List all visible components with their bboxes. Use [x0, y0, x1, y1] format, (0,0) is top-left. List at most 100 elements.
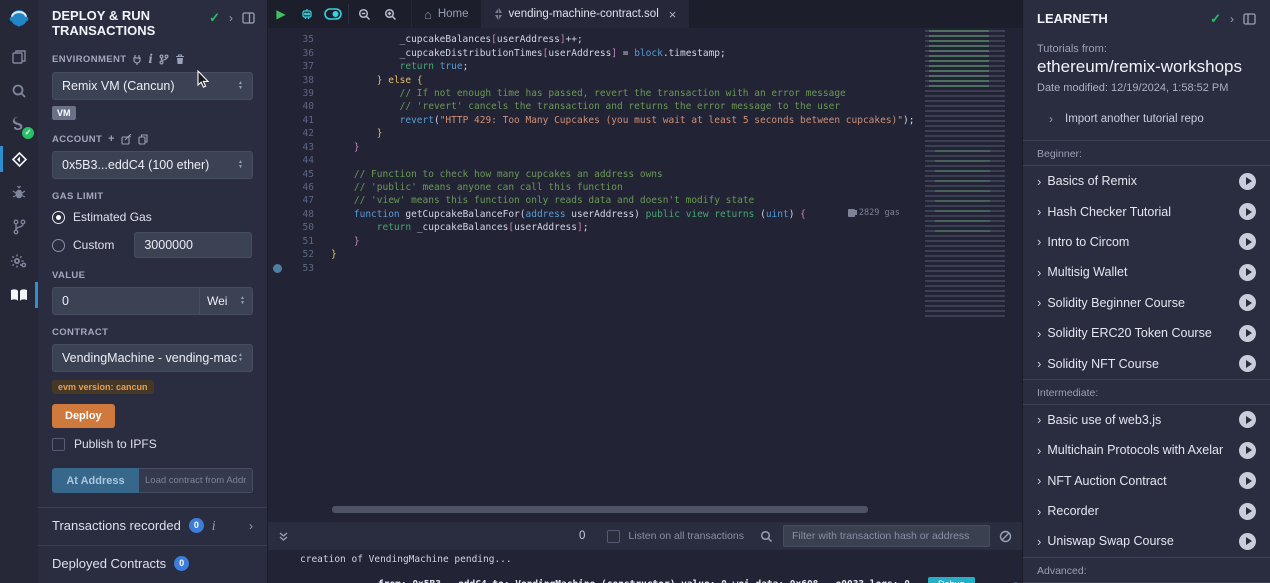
- tutorial-item[interactable]: ›NFT Auction Contract: [1023, 466, 1270, 496]
- clear-terminal-icon[interactable]: [999, 530, 1012, 543]
- value-input[interactable]: [52, 287, 200, 315]
- tutorial-item[interactable]: ›Basics of Remix: [1023, 166, 1270, 196]
- code-line[interactable]: 40 // 'revert' cancels the transaction a…: [268, 100, 914, 113]
- delete-environment-icon[interactable]: [175, 54, 185, 65]
- at-address-input[interactable]: [139, 468, 253, 493]
- pin-panel-icon[interactable]: [242, 12, 255, 24]
- tutorial-item[interactable]: ›Hash Checker Tutorial: [1023, 196, 1270, 226]
- code-line[interactable]: 51 }: [268, 235, 914, 248]
- chevron-right-icon[interactable]: ›: [1037, 234, 1041, 249]
- file-explorer-icon[interactable]: [0, 40, 38, 74]
- chevron-right-icon[interactable]: ›: [1037, 174, 1041, 189]
- play-tutorial-icon[interactable]: [1239, 442, 1256, 459]
- code-line[interactable]: 44: [268, 154, 914, 167]
- chevron-right-icon[interactable]: ›: [1037, 504, 1041, 519]
- code-line[interactable]: 35 _cupcakeBalances[userAddress]++;: [268, 33, 914, 46]
- custom-gas-radio[interactable]: [52, 239, 65, 252]
- chevron-right-icon[interactable]: ›: [1037, 473, 1041, 488]
- code-line[interactable]: 50 return _cupcakeBalances[userAddress];: [268, 221, 914, 234]
- at-address-button[interactable]: At Address: [52, 468, 139, 493]
- code-line[interactable]: 38 } else {: [268, 73, 914, 86]
- git-icon[interactable]: [0, 210, 38, 244]
- chevron-right-icon[interactable]: ›: [1037, 443, 1041, 458]
- tutorial-item[interactable]: ›Solidity Beginner Course: [1023, 288, 1270, 318]
- chevron-right-icon[interactable]: ›: [1037, 265, 1041, 280]
- deployed-contracts-row[interactable]: Deployed Contracts 0: [38, 546, 267, 581]
- pin-panel-icon[interactable]: [1243, 13, 1256, 25]
- code-line[interactable]: 52}: [268, 248, 914, 261]
- code-line[interactable]: 46 // 'public' means anyone can call thi…: [268, 181, 914, 194]
- sign-message-icon[interactable]: [121, 134, 132, 145]
- learneth-icon[interactable]: [0, 278, 38, 312]
- debugger-icon[interactable]: [0, 176, 38, 210]
- value-unit-select[interactable]: Wei ▲▼: [200, 287, 253, 315]
- code-line[interactable]: 36 _cupcakeDistributionTimes[userAddress…: [268, 46, 914, 59]
- chevron-right-icon[interactable]: ›: [249, 519, 253, 533]
- search-icon[interactable]: [0, 74, 38, 108]
- terminal-filter-input[interactable]: [783, 525, 990, 547]
- listen-all-checkbox[interactable]: [607, 530, 620, 543]
- ai-assistant-icon[interactable]: [294, 0, 320, 28]
- tab-file[interactable]: vending-machine-contract.sol ×: [482, 0, 690, 28]
- chevron-right-icon[interactable]: ›: [1037, 412, 1041, 427]
- copy-account-icon[interactable]: [138, 134, 148, 145]
- estimated-gas-radio[interactable]: [52, 211, 65, 224]
- code-line[interactable]: 42 }: [268, 127, 914, 140]
- publish-ipfs-checkbox[interactable]: [52, 438, 65, 451]
- contract-select[interactable]: VendingMachine - vending-machin ▲▼: [52, 344, 253, 372]
- tutorial-item[interactable]: ›Basic use of web3.js: [1023, 405, 1270, 435]
- play-tutorial-icon[interactable]: [1239, 503, 1256, 520]
- play-tutorial-icon[interactable]: [1239, 173, 1256, 190]
- tutorial-item[interactable]: ›Solidity ERC20 Token Course: [1023, 318, 1270, 348]
- environment-select[interactable]: Remix VM (Cancun) ▲▼: [52, 72, 253, 100]
- chevron-right-icon[interactable]: ›: [1037, 326, 1041, 341]
- collapse-terminal-icon[interactable]: [278, 531, 289, 542]
- deploy-run-icon[interactable]: [0, 142, 38, 176]
- tutorial-item[interactable]: ›Uniswap Swap Course: [1023, 526, 1270, 556]
- environment-info-icon[interactable]: i: [148, 52, 153, 66]
- tutorial-item[interactable]: ›Solidity NFT Course: [1023, 348, 1270, 378]
- play-tutorial-icon[interactable]: [1239, 264, 1256, 281]
- transactions-recorded-row[interactable]: Transactions recorded 0 i ›: [38, 508, 267, 543]
- code-line[interactable]: 48 function getCupcakeBalanceFor(address…: [268, 208, 914, 221]
- add-account-icon[interactable]: +: [108, 133, 115, 145]
- horizontal-scrollbar[interactable]: [332, 506, 868, 513]
- custom-gas-input[interactable]: [134, 232, 252, 258]
- import-tutorial-row[interactable]: › Import another tutorial repo: [1023, 94, 1270, 126]
- zoom-in-icon[interactable]: [377, 0, 403, 28]
- play-tutorial-icon[interactable]: [1239, 233, 1256, 250]
- breakpoint-icon[interactable]: [268, 264, 286, 273]
- plug-icon[interactable]: [132, 54, 142, 65]
- close-tab-icon[interactable]: ×: [669, 7, 677, 22]
- run-script-icon[interactable]: ▶: [268, 0, 294, 28]
- account-select[interactable]: 0x5B3...eddC4 (100 ether) ▲▼: [52, 151, 253, 179]
- play-tutorial-icon[interactable]: [1239, 203, 1256, 220]
- debug-button[interactable]: Debug: [928, 577, 975, 583]
- play-tutorial-icon[interactable]: [1239, 294, 1256, 311]
- tutorial-item[interactable]: ›Intro to Circom: [1023, 227, 1270, 257]
- transactions-info-icon[interactable]: i: [212, 519, 216, 533]
- code-line[interactable]: 37 return true;: [268, 60, 914, 73]
- tab-home[interactable]: ⌂ Home: [411, 0, 482, 28]
- zoom-out-icon[interactable]: [351, 0, 377, 28]
- play-tutorial-icon[interactable]: [1239, 355, 1256, 372]
- panel-expand-icon[interactable]: ›: [229, 11, 233, 25]
- chevron-right-icon[interactable]: ›: [1037, 356, 1041, 371]
- tutorial-item[interactable]: ›Recorder: [1023, 496, 1270, 526]
- solidity-compiler-icon[interactable]: ✓: [0, 108, 38, 142]
- play-tutorial-icon[interactable]: [1239, 472, 1256, 489]
- code-line[interactable]: 53: [268, 261, 914, 274]
- code-line[interactable]: 43 }: [268, 141, 914, 154]
- minimap[interactable]: [925, 30, 1005, 320]
- play-tutorial-icon[interactable]: [1239, 533, 1256, 550]
- chevron-right-icon[interactable]: ›: [1037, 534, 1041, 549]
- ai-toggle-icon[interactable]: [320, 0, 346, 28]
- fork-environment-icon[interactable]: [159, 54, 169, 65]
- tutorial-item[interactable]: ›Multisig Wallet: [1023, 257, 1270, 287]
- code-line[interactable]: 39 // If not enough time has passed, rev…: [268, 87, 914, 100]
- code-line[interactable]: 45 // Function to check how many cupcake…: [268, 167, 914, 180]
- chevron-right-icon[interactable]: ›: [1037, 295, 1041, 310]
- settings-icon[interactable]: [0, 244, 38, 278]
- tutorial-item[interactable]: ›Multichain Protocols with Axelar: [1023, 435, 1270, 465]
- code-line[interactable]: 41 revert("HTTP 429: Too Many Cupcakes (…: [268, 114, 914, 127]
